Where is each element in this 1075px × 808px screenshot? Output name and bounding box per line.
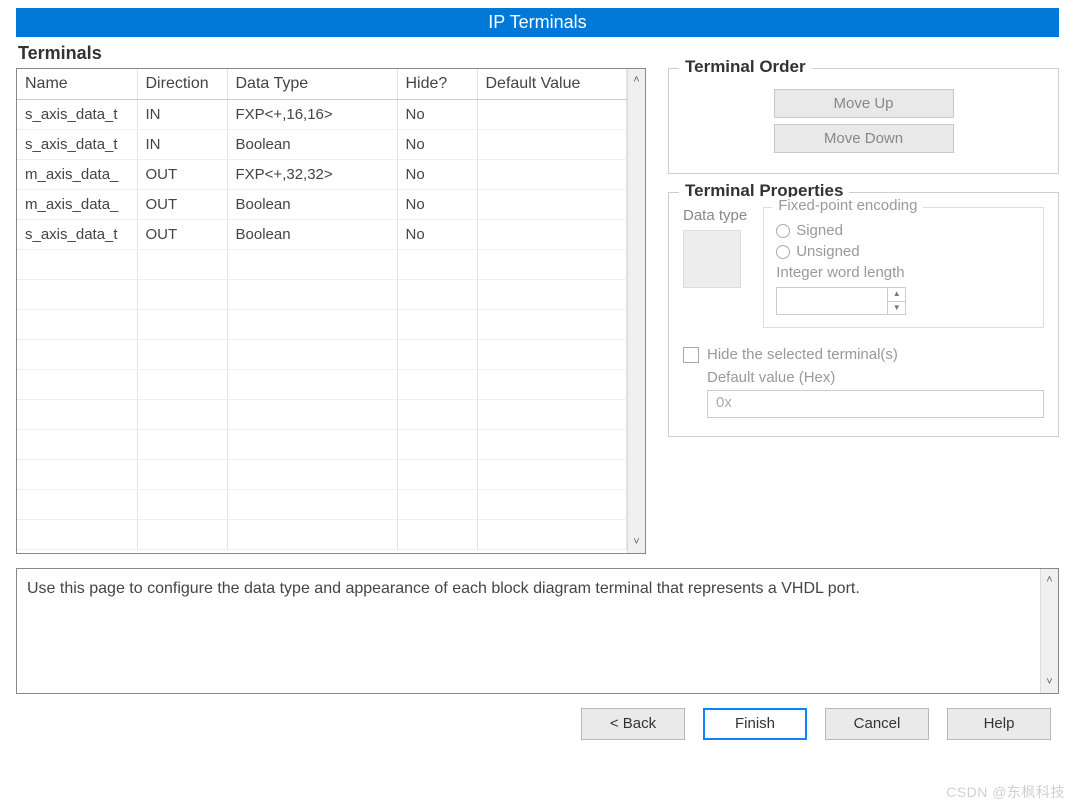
- table-row-empty[interactable]: [17, 249, 627, 279]
- terminal-order-group: Terminal Order Move Up Move Down: [668, 68, 1059, 174]
- cell-hide[interactable]: No: [397, 159, 477, 189]
- spinner-up-icon[interactable]: ▲: [888, 288, 905, 302]
- cell-data_type[interactable]: FXP<+,32,32>: [227, 159, 397, 189]
- cell-direction[interactable]: OUT: [137, 189, 227, 219]
- spinner-down-icon[interactable]: ▼: [888, 302, 905, 315]
- cell-name[interactable]: s_axis_data_t: [17, 219, 137, 249]
- table-row[interactable]: s_axis_data_tOUTBooleanNo: [17, 219, 627, 249]
- table-scrollbar[interactable]: ˄ ˅: [627, 69, 645, 553]
- scroll-up-icon[interactable]: ˄: [1046, 569, 1052, 591]
- unsigned-radio[interactable]: [776, 245, 790, 259]
- finish-button[interactable]: Finish: [703, 708, 807, 740]
- cell-direction[interactable]: OUT: [137, 219, 227, 249]
- description-box: Use this page to configure the data type…: [16, 568, 1059, 694]
- hide-terminal-checkbox[interactable]: [683, 347, 699, 363]
- fixed-point-encoding-group: Fixed-point encoding Signed Unsigned Int…: [763, 207, 1044, 328]
- cell-name[interactable]: s_axis_data_t: [17, 129, 137, 159]
- cell-data_type[interactable]: Boolean: [227, 129, 397, 159]
- signed-radio[interactable]: [776, 224, 790, 238]
- terminals-label: Terminals: [18, 43, 1059, 64]
- cell-hide[interactable]: No: [397, 99, 477, 129]
- table-row-empty[interactable]: [17, 429, 627, 459]
- table-header-row: Name Direction Data Type Hide? Default V…: [17, 69, 627, 99]
- cell-default_value[interactable]: [477, 129, 627, 159]
- cell-name[interactable]: s_axis_data_t: [17, 99, 137, 129]
- cell-data_type[interactable]: Boolean: [227, 189, 397, 219]
- col-header-default-value[interactable]: Default Value: [477, 69, 627, 99]
- default-value-label: Default value (Hex): [707, 369, 1044, 386]
- cell-direction[interactable]: OUT: [137, 159, 227, 189]
- cancel-button[interactable]: Cancel: [825, 708, 929, 740]
- data-type-label: Data type: [683, 207, 747, 224]
- data-type-swatch[interactable]: [683, 230, 741, 288]
- col-header-hide[interactable]: Hide?: [397, 69, 477, 99]
- table-row-empty[interactable]: [17, 519, 627, 549]
- back-button[interactable]: < Back: [581, 708, 685, 740]
- watermark: CSDN @东枫科技: [946, 782, 1065, 802]
- table-row[interactable]: m_axis_data_OUTFXP<+,32,32>No: [17, 159, 627, 189]
- table-row-empty[interactable]: [17, 459, 627, 489]
- fixed-point-encoding-legend: Fixed-point encoding: [772, 197, 923, 214]
- table-row-empty[interactable]: [17, 279, 627, 309]
- move-down-button[interactable]: Move Down: [774, 124, 954, 153]
- terminals-table[interactable]: Name Direction Data Type Hide? Default V…: [16, 68, 646, 554]
- scroll-down-icon[interactable]: ˅: [1046, 671, 1052, 693]
- integer-word-length-label: Integer word length: [776, 264, 1031, 281]
- cell-default_value[interactable]: [477, 219, 627, 249]
- description-text: Use this page to configure the data type…: [27, 580, 860, 597]
- col-header-direction[interactable]: Direction: [137, 69, 227, 99]
- table-row[interactable]: m_axis_data_OUTBooleanNo: [17, 189, 627, 219]
- table-row[interactable]: s_axis_data_tINFXP<+,16,16>No: [17, 99, 627, 129]
- cell-hide[interactable]: No: [397, 129, 477, 159]
- cell-direction[interactable]: IN: [137, 129, 227, 159]
- table-row-empty[interactable]: [17, 309, 627, 339]
- cell-name[interactable]: m_axis_data_: [17, 189, 137, 219]
- move-up-button[interactable]: Move Up: [774, 89, 954, 118]
- page-title: IP Terminals: [16, 8, 1059, 37]
- hide-terminal-label: Hide the selected terminal(s): [707, 346, 898, 363]
- cell-direction[interactable]: IN: [137, 99, 227, 129]
- scroll-down-icon[interactable]: ˅: [633, 531, 639, 553]
- col-header-name[interactable]: Name: [17, 69, 137, 99]
- cell-hide[interactable]: No: [397, 189, 477, 219]
- cell-name[interactable]: m_axis_data_: [17, 159, 137, 189]
- cell-data_type[interactable]: FXP<+,16,16>: [227, 99, 397, 129]
- cell-default_value[interactable]: [477, 99, 627, 129]
- cell-hide[interactable]: No: [397, 219, 477, 249]
- default-value-input[interactable]: 0x: [707, 390, 1044, 418]
- description-scrollbar[interactable]: ˄ ˅: [1040, 569, 1058, 693]
- signed-label: Signed: [796, 222, 843, 239]
- terminal-order-legend: Terminal Order: [679, 57, 812, 77]
- wizard-button-bar: < Back Finish Cancel Help: [16, 694, 1059, 740]
- col-header-data-type[interactable]: Data Type: [227, 69, 397, 99]
- cell-default_value[interactable]: [477, 189, 627, 219]
- cell-default_value[interactable]: [477, 159, 627, 189]
- table-row-empty[interactable]: [17, 339, 627, 369]
- terminal-properties-group: Terminal Properties Data type Fixed-poin…: [668, 192, 1059, 437]
- table-row[interactable]: s_axis_data_tINBooleanNo: [17, 129, 627, 159]
- table-row-empty[interactable]: [17, 369, 627, 399]
- table-row-empty[interactable]: [17, 489, 627, 519]
- cell-data_type[interactable]: Boolean: [227, 219, 397, 249]
- table-row-empty[interactable]: [17, 399, 627, 429]
- scroll-up-icon[interactable]: ˄: [633, 69, 639, 91]
- integer-word-length-input[interactable]: ▲ ▼: [776, 287, 906, 315]
- unsigned-label: Unsigned: [796, 243, 859, 260]
- help-button[interactable]: Help: [947, 708, 1051, 740]
